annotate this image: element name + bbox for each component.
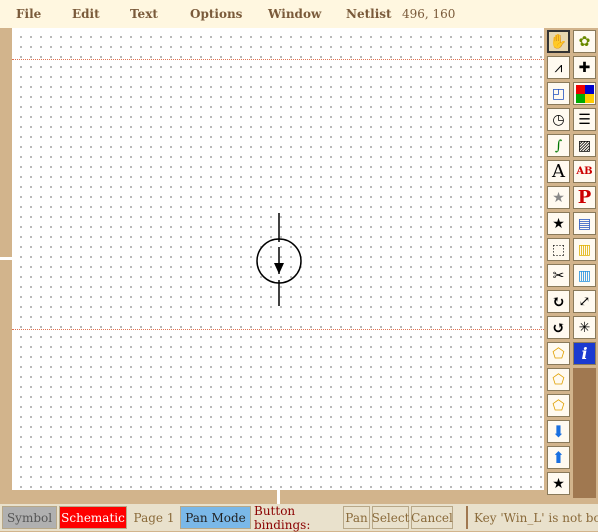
zoom-out-icon[interactable]: ✳ [573,316,596,339]
line-style-icon[interactable]: ☰ [573,108,596,131]
symbol-tab[interactable]: Symbol [2,506,57,529]
wire-icon[interactable]: ⩘ [547,56,570,79]
library-icon[interactable]: ✿ [573,30,596,53]
button-bindings-label: Button bindings: [254,503,311,532]
rotate-reverse-icon[interactable]: ↺ [547,316,570,339]
tool-palette: ✋ ✿ ⩘ ✚ ◰ ◷ ☰ ∫ ▨ A AB ★ P ★ ▤ ⬚ ▥ ✂ ▥ ↻… [544,28,598,504]
vertical-scrollbar[interactable] [0,28,12,504]
horizontal-scrollbar[interactable] [12,490,544,504]
arc-icon[interactable]: ◷ [547,108,570,131]
toolbar-empty-slot [573,368,596,498]
book-open-icon[interactable]: ▥ [573,264,596,287]
binding-cancel[interactable]: Cancel [411,506,453,529]
cursor-coords: 496, 160 [402,7,456,21]
cut-scissors-icon[interactable]: ✂ [547,264,570,287]
menu-netlist[interactable]: Netlist [346,7,392,21]
spline-icon[interactable]: ∫ [547,134,570,157]
menu-bar: File Edit Text Options Window Netlist 49… [0,0,598,29]
color-icon[interactable] [573,82,596,105]
copy-icon[interactable]: ⬚ [547,238,570,261]
pan-hand-icon[interactable]: ✋ [547,30,570,53]
scroll-origin-mark [0,257,12,260]
current-source-symbol[interactable] [12,28,544,490]
binding-pan[interactable]: Pan [343,506,370,529]
menu-options[interactable]: Options [190,7,242,21]
rotate-icon[interactable]: ↻ [547,290,570,313]
fill-pattern-icon[interactable]: ▨ [573,134,596,157]
page-indicator: Page 1 [133,510,175,525]
pop-icon[interactable]: ⬠ [547,368,570,391]
text-icon[interactable]: A [547,160,570,183]
info-icon[interactable]: i [573,342,596,365]
label-star-icon[interactable]: ★ [547,186,570,209]
select-star-icon[interactable]: ★ [547,212,570,235]
symbol-icon[interactable]: ✚ [573,56,596,79]
schematic-tab[interactable]: Schematic [59,506,127,529]
push-icon[interactable]: ⬠ [547,342,570,365]
scroll-origin-mark [277,490,280,504]
zoom-in-icon[interactable]: ⤢ [573,290,596,313]
menu-text[interactable]: Text [130,7,158,21]
parameter-icon[interactable]: P [573,186,596,209]
drawing-canvas[interactable] [12,28,544,490]
status-message: Key 'Win_L' is not bound [466,506,598,529]
up-arrow-icon[interactable]: ⬆ [547,446,570,469]
font-icon[interactable]: AB [573,160,596,183]
mode-indicator[interactable]: Pan Mode [180,506,251,529]
open-book-icon[interactable]: ▥ [573,238,596,261]
status-bar: Symbol Schematic Page 1 Pan Mode Button … [0,503,598,532]
book-icon[interactable]: ▤ [573,212,596,235]
menu-window[interactable]: Window [268,7,321,21]
down-arrow-icon[interactable]: ⬇ [547,420,570,443]
box-icon[interactable]: ◰ [547,82,570,105]
edit-icon[interactable]: ⬠ [547,394,570,417]
binding-select[interactable]: Select [372,506,409,529]
menu-file[interactable]: File [16,7,41,21]
menu-edit[interactable]: Edit [72,7,100,21]
library-book-icon[interactable]: ★ [547,472,570,495]
